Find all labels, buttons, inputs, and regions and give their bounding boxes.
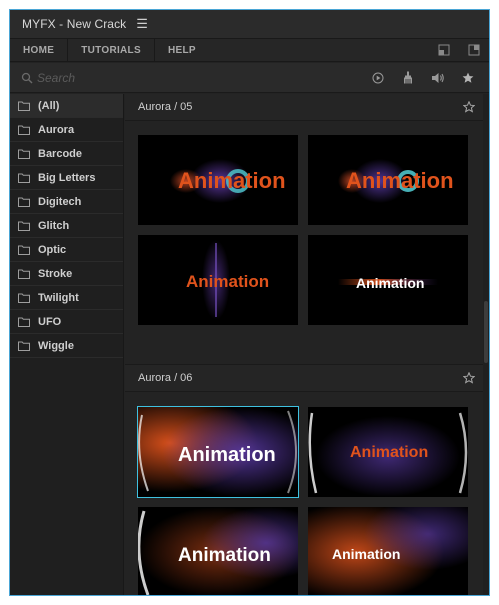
preset-thumbnail[interactable]: Animation (308, 135, 468, 225)
preset-section-title: Aurora / 06 (138, 372, 193, 384)
thumb-text: Animation (186, 272, 269, 291)
panel-expand-icon[interactable] (459, 39, 489, 61)
sidebar-item-label: (All) (38, 99, 60, 112)
sidebar-item-label: Barcode (38, 147, 83, 160)
search-input[interactable] (37, 70, 327, 85)
folder-icon (18, 317, 30, 327)
sidebar-item-aurora[interactable]: Aurora (10, 118, 123, 142)
vertical-scrollbar[interactable] (483, 94, 489, 595)
sidebar-item-label: Optic (38, 243, 67, 256)
sidebar-item-label: Stroke (38, 267, 73, 280)
thumb-text: Animation (332, 546, 400, 562)
sidebar-item-digitech[interactable]: Digitech (10, 190, 123, 214)
sidebar-item-label: UFO (38, 315, 62, 328)
sidebar-item-label: Digitech (38, 195, 82, 208)
preset-thumbnail[interactable]: Animation (308, 407, 468, 497)
thumb-text: Animation (356, 275, 424, 291)
sidebar-item-label: Glitch (38, 219, 70, 232)
folder-icon (18, 173, 30, 183)
preset-thumbnail[interactable]: Animation (138, 235, 298, 325)
panel-small-icon[interactable] (429, 39, 459, 61)
star-icon[interactable] (453, 66, 483, 90)
preset-thumbnail[interactable]: Animation (308, 235, 468, 325)
folder-icon (18, 293, 30, 303)
category-sidebar: (All) Aurora Barcode Big Letters Digitec… (10, 94, 124, 595)
sidebar-item-big-letters[interactable]: Big Letters (10, 166, 123, 190)
preset-thumbnail[interactable]: Animation (308, 507, 468, 595)
thumb-text: Animation (346, 168, 454, 193)
sidebar-item-wiggle[interactable]: Wiggle (10, 334, 123, 358)
volume-icon[interactable] (423, 66, 453, 90)
preset-thumbnail[interactable]: Animation (138, 135, 298, 225)
sidebar-item-glitch[interactable]: Glitch (10, 214, 123, 238)
hamburger-icon[interactable]: ☰ (136, 16, 148, 32)
folder-icon (18, 269, 30, 279)
folder-icon (18, 197, 30, 207)
sidebar-item-optic[interactable]: Optic (10, 238, 123, 262)
preset-thumbnails: Animation Animation Animation Animation (125, 392, 489, 595)
sidebar-item-all[interactable]: (All) (10, 94, 123, 118)
preset-section-header: Aurora / 06 (125, 365, 489, 392)
window-title: MYFX - New Crack (22, 17, 127, 31)
sidebar-item-label: Wiggle (38, 339, 74, 352)
brush-icon[interactable] (393, 66, 423, 90)
nav-help[interactable]: HELP (155, 39, 209, 61)
sidebar-item-label: Aurora (38, 123, 75, 136)
folder-icon (18, 245, 30, 255)
sidebar-item-label: Twilight (38, 291, 79, 304)
search-bar (10, 63, 489, 93)
favorite-star-icon[interactable] (463, 101, 475, 113)
nav-tutorials[interactable]: TUTORIALS (68, 39, 155, 61)
section-divider (125, 345, 489, 365)
app-window: MYFX - New Crack ☰ HOME TUTORIALS HELP S… (9, 9, 490, 596)
nav-bar: HOME TUTORIALS HELP (10, 38, 489, 62)
nav-home[interactable]: HOME (10, 39, 69, 61)
thumb-text: Animation (178, 444, 276, 466)
thumb-text: Animation (178, 168, 286, 193)
preset-thumbnail[interactable]: Animation (138, 507, 298, 595)
sidebar-item-ufo[interactable]: UFO (10, 310, 123, 334)
search-icon (21, 72, 33, 84)
sidebar-item-twilight[interactable]: Twilight (10, 286, 123, 310)
play-icon[interactable] (363, 66, 393, 90)
toolbar-icons (363, 66, 483, 90)
preset-section-title: Aurora / 05 (138, 101, 193, 113)
folder-icon (18, 125, 30, 135)
preset-thumbnails: Animation Animation Animation Animation (125, 121, 489, 345)
folder-icon (18, 341, 30, 351)
title-bar: MYFX - New Crack ☰ (10, 10, 489, 38)
sidebar-item-stroke[interactable]: Stroke (10, 262, 123, 286)
preset-section-header: Aurora / 05 (125, 94, 489, 121)
folder-icon (18, 101, 30, 111)
thumb-text: Animation (178, 545, 271, 566)
preset-grid: Aurora / 05 Animation Animation Animatio… (125, 94, 489, 595)
folder-icon (18, 221, 30, 231)
thumb-text: Animation (350, 444, 428, 461)
favorite-star-icon[interactable] (463, 372, 475, 384)
preset-thumbnail[interactable]: Animation (137, 406, 299, 498)
scrollbar-thumb[interactable] (484, 301, 488, 363)
sidebar-item-label: Big Letters (38, 171, 96, 184)
folder-icon (18, 149, 30, 159)
sidebar-item-barcode[interactable]: Barcode (10, 142, 123, 166)
